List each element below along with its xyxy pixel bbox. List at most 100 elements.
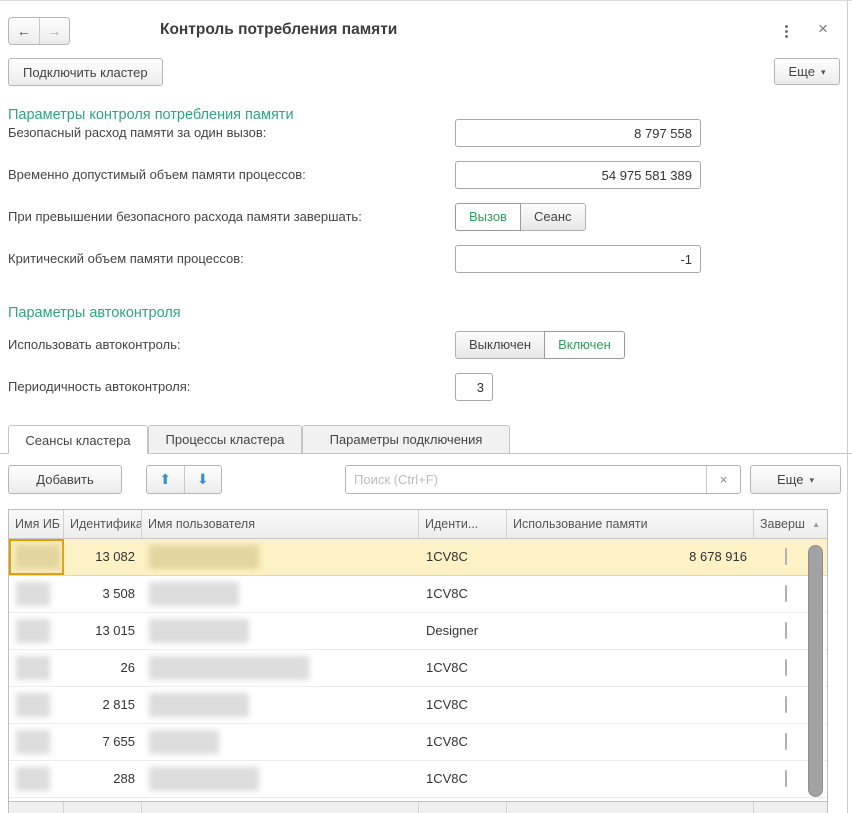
critical-volume-label: Критический объем памяти процессов:	[8, 245, 244, 273]
user-name-cell	[142, 650, 419, 686]
terminate-checkbox[interactable]	[785, 622, 787, 639]
back-icon[interactable]: ←	[9, 18, 39, 44]
table-row[interactable]: 13 015 Designer	[9, 613, 827, 650]
memory-control-window: ← → Контроль потребления памяти × Подклю…	[0, 0, 852, 813]
client-id: Designer	[419, 613, 507, 649]
client-id: 1CV8C	[419, 576, 507, 612]
col-header-identifier[interactable]: Идентифика...	[64, 510, 142, 538]
close-icon[interactable]: ×	[813, 19, 833, 39]
search-input[interactable]	[346, 466, 706, 493]
tab-connection-params[interactable]: Параметры подключения	[302, 425, 510, 453]
move-up-icon[interactable]: ⬆	[147, 466, 184, 493]
search-clear-icon[interactable]: ×	[706, 466, 740, 493]
ib-name-cell	[9, 687, 64, 723]
table-row[interactable]: 26 1CV8C	[9, 650, 827, 687]
user-name-cell	[142, 539, 419, 575]
terminate-checkbox[interactable]	[785, 770, 787, 787]
memory-total: 8 678 916	[507, 802, 754, 813]
toggle-option-session[interactable]: Сеанс	[520, 203, 586, 231]
client-id: 1CV8C	[419, 539, 507, 575]
table-row[interactable]: 2 815 1CV8C	[9, 687, 827, 724]
connect-cluster-button[interactable]: Подключить кластер	[8, 58, 163, 86]
client-id: 1CV8C	[419, 650, 507, 686]
terminate-checkbox[interactable]	[785, 659, 787, 676]
memory-usage	[507, 576, 754, 612]
chevron-down-icon: ▾	[821, 67, 826, 78]
redacted-user-name	[149, 582, 239, 606]
nav-button-group: ← →	[8, 17, 70, 45]
redacted-user-name	[149, 767, 259, 791]
session-id: 13 082	[64, 539, 142, 575]
toggle-option-off[interactable]: Выключен	[455, 331, 545, 359]
more-button-top[interactable]: Еще ▾	[774, 58, 840, 85]
more-label: Еще	[789, 64, 815, 79]
toggle-option-call[interactable]: Вызов	[455, 203, 521, 231]
redacted-ib-name	[16, 693, 50, 717]
forward-icon[interactable]: →	[39, 18, 70, 44]
period-label: Периодичность автоконтроля:	[8, 373, 190, 401]
session-id: 2 815	[64, 687, 142, 723]
search-box: ×	[345, 465, 741, 494]
user-name-cell	[142, 761, 419, 797]
safe-call-input[interactable]	[455, 119, 701, 147]
terminate-checkbox[interactable]	[785, 585, 787, 602]
tab-cluster-processes[interactable]: Процессы кластера	[148, 425, 302, 453]
ib-name-cell	[9, 724, 64, 760]
redacted-user-name	[149, 730, 219, 754]
autocontrol-section-title: Параметры автоконтроля	[8, 305, 181, 321]
more-button-grid[interactable]: Еще ▾	[750, 465, 841, 494]
col-header-memory-usage[interactable]: Использование памяти	[507, 510, 754, 538]
session-id: 7 655	[64, 724, 142, 760]
terminate-checkbox[interactable]	[785, 696, 787, 713]
menu-dots-icon[interactable]	[783, 23, 790, 40]
memory-usage: 8 678 916	[507, 539, 754, 575]
col-header-ib-name[interactable]: Имя ИБ	[9, 510, 64, 538]
user-name-cell	[142, 576, 419, 612]
table-row[interactable]: 13 082 1CV8C 8 678 916	[9, 539, 827, 576]
redacted-ib-name	[16, 656, 50, 680]
table-row[interactable]: 288 1CV8C	[9, 761, 827, 798]
critical-volume-input[interactable]	[455, 245, 701, 273]
terminate-checkbox[interactable]	[785, 733, 787, 750]
user-name-cell	[142, 724, 419, 760]
memory-usage	[507, 613, 754, 649]
tab-cluster-sessions[interactable]: Сеансы кластера	[8, 425, 148, 454]
sessions-table: Имя ИБ Идентифика... Имя пользователя Ид…	[8, 509, 828, 813]
more-label: Еще	[777, 472, 803, 487]
client-id: 1CV8C	[419, 724, 507, 760]
session-id: 288	[64, 761, 142, 797]
exceed-action-toggle: Вызов Сеанс	[455, 203, 586, 231]
temp-volume-label: Временно допустимый объем памяти процесс…	[8, 161, 306, 189]
client-id: 1CV8C	[419, 687, 507, 723]
add-button[interactable]: Добавить	[8, 465, 122, 494]
use-autocontrol-toggle: Выключен Включен	[455, 331, 625, 359]
table-footer: 8 678 916	[9, 801, 827, 813]
redacted-ib-name	[16, 582, 50, 606]
exceed-action-label: При превышении безопасного расхода памят…	[8, 203, 362, 231]
ib-name-cell	[9, 613, 64, 649]
scrollbar-thumb[interactable]	[808, 545, 823, 797]
temp-volume-input[interactable]	[455, 161, 701, 189]
user-name-cell	[142, 687, 419, 723]
move-down-icon[interactable]: ⬇	[184, 466, 222, 493]
window-right-border	[847, 1, 848, 813]
terminate-checkbox[interactable]	[785, 548, 787, 565]
memory-usage	[507, 687, 754, 723]
table-row[interactable]: 3 508 1CV8C	[9, 576, 827, 613]
memory-usage	[507, 761, 754, 797]
redacted-ib-name	[16, 767, 50, 791]
col-header-user-name[interactable]: Имя пользователя	[142, 510, 419, 538]
table-row[interactable]: 7 655 1CV8C	[9, 724, 827, 761]
toggle-option-on[interactable]: Включен	[544, 331, 625, 359]
redacted-user-name	[149, 693, 249, 717]
memory-usage	[507, 724, 754, 760]
page-title: Контроль потребления памяти	[160, 21, 397, 39]
active-cell[interactable]	[9, 539, 64, 575]
session-id: 3 508	[64, 576, 142, 612]
scrollbar-up-icon[interactable]: ▲	[812, 520, 820, 529]
col-header-client-id[interactable]: Иденти...	[419, 510, 507, 538]
session-id: 13 015	[64, 613, 142, 649]
ib-name-cell	[9, 576, 64, 612]
period-input[interactable]	[455, 373, 493, 401]
redacted-ib-name	[16, 619, 50, 643]
